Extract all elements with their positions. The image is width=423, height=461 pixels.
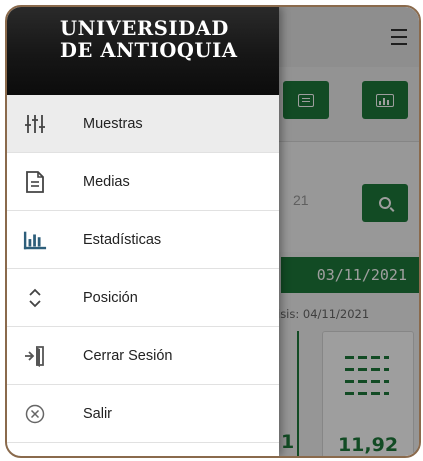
phone-frame: 21 03/11/2021 isis: 04/11/2021 1 11,92 U… [5, 5, 421, 458]
menu-item-posicion[interactable]: Posición [7, 269, 279, 327]
chevron-up-down-icon [23, 286, 47, 310]
navigation-drawer: UNIVERSIDAD DE ANTIOQUIA Muestras Medias… [7, 7, 279, 456]
university-logo-line1: UNIVERSIDAD [60, 17, 229, 40]
bar-chart-icon [23, 228, 47, 252]
menu-item-medias[interactable]: Medias [7, 153, 279, 211]
menu-item-label: Muestras [83, 115, 143, 132]
menu-item-label: Salir [83, 405, 113, 422]
menu-item-cerrar-sesion[interactable]: Cerrar Sesión [7, 327, 279, 385]
university-logo-line2: DE ANTIOQUIA [60, 39, 238, 62]
menu-item-muestras[interactable]: Muestras [7, 95, 279, 153]
menu-item-label: Cerrar Sesión [83, 347, 173, 364]
document-icon [23, 170, 47, 194]
logout-icon [23, 344, 47, 368]
menu-item-salir[interactable]: Salir [7, 385, 279, 443]
menu-item-estadisticas[interactable]: Estadísticas [7, 211, 279, 269]
drawer-menu: Muestras Medias Estadísticas Posición Ce… [7, 95, 279, 443]
menu-item-label: Estadísticas [83, 231, 162, 248]
close-circle-icon [23, 402, 47, 426]
drawer-header: UNIVERSIDAD DE ANTIOQUIA [7, 7, 279, 95]
menu-item-label: Posición [83, 289, 138, 306]
sliders-icon [23, 112, 47, 136]
menu-item-label: Medias [83, 173, 130, 190]
